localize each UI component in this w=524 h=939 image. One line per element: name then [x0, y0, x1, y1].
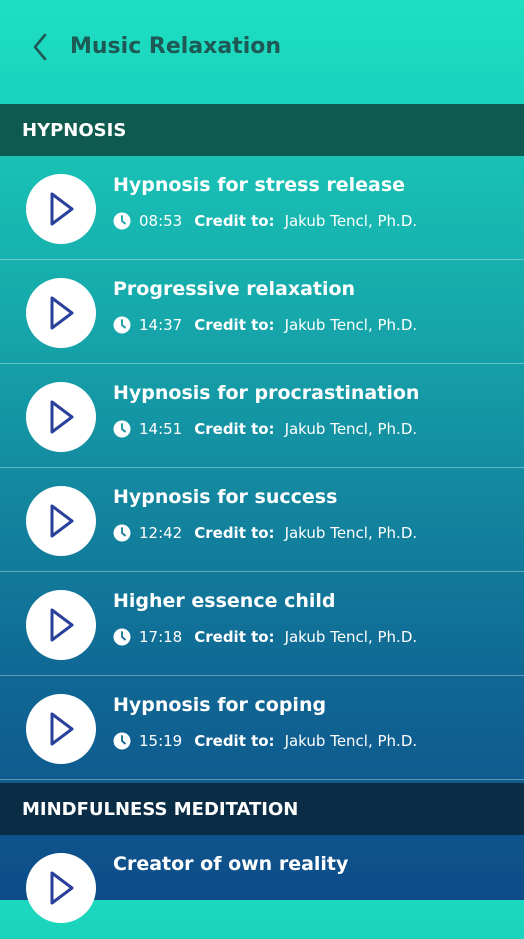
credit-label: Credit to: [194, 524, 275, 542]
play-button[interactable] [26, 694, 96, 764]
clock-icon [113, 628, 131, 646]
hypnosis-list: Hypnosis for stress release 08:53 Credit… [0, 156, 524, 780]
track-meta: 12:42 Credit to: Jakub Tencl, Ph.D. [113, 524, 417, 542]
credit-name: Jakub Tencl, Ph.D. [284, 316, 418, 334]
track-title: Hypnosis for procrastination [113, 382, 420, 404]
play-button[interactable] [26, 486, 96, 556]
track-row[interactable]: Hypnosis for success 12:42 Credit to: Ja… [0, 468, 524, 572]
credit-name: Jakub Tencl, Ph.D. [284, 524, 418, 542]
track-duration: 08:53 [139, 212, 183, 230]
track-duration: 14:51 [139, 420, 183, 438]
back-button[interactable] [26, 30, 54, 64]
clock-icon [113, 212, 131, 230]
play-icon [50, 296, 74, 330]
credit-name: Jakub Tencl, Ph.D. [284, 420, 418, 438]
chevron-left-icon [33, 33, 47, 61]
track-row[interactable]: Higher essence child 17:18 Credit to: Ja… [0, 572, 524, 676]
credit-label: Credit to: [194, 628, 275, 646]
track-title: Hypnosis for stress release [113, 174, 406, 196]
track-meta: 14:51 Credit to: Jakub Tencl, Ph.D. [113, 420, 417, 438]
track-duration: 12:42 [139, 524, 183, 542]
clock-icon [113, 524, 131, 542]
clock-icon [113, 316, 131, 334]
section-header-hypnosis: HYPNOSIS [0, 104, 524, 156]
mindfulness-list: Creator of own reality [0, 835, 524, 939]
credit-label: Credit to: [194, 420, 275, 438]
track-meta: 14:37 Credit to: Jakub Tencl, Ph.D. [113, 316, 417, 334]
credit-label: Credit to: [194, 316, 275, 334]
track-duration: 14:37 [139, 316, 183, 334]
play-icon [50, 712, 74, 746]
track-row[interactable]: Hypnosis for coping 15:19 Credit to: Jak… [0, 676, 524, 780]
play-icon [50, 400, 74, 434]
track-row[interactable]: Hypnosis for stress release 08:53 Credit… [0, 156, 524, 260]
track-meta: 17:18 Credit to: Jakub Tencl, Ph.D. [113, 628, 417, 646]
track-title: Progressive relaxation [113, 278, 356, 300]
track-row[interactable]: Creator of own reality [0, 835, 524, 939]
clock-icon [113, 420, 131, 438]
track-title: Higher essence child [113, 590, 336, 612]
track-row[interactable]: Hypnosis for procrastination 14:51 Credi… [0, 364, 524, 468]
track-row[interactable]: Progressive relaxation 14:37 Credit to: … [0, 260, 524, 364]
track-title: Hypnosis for coping [113, 694, 327, 716]
credit-label: Credit to: [194, 732, 275, 750]
track-duration: 15:19 [139, 732, 183, 750]
play-icon [50, 504, 74, 538]
play-icon [50, 192, 74, 226]
section-header-mindfulness-meditation: MINDFULNESS MEDITATION [0, 783, 524, 835]
play-button[interactable] [26, 590, 96, 660]
credit-name: Jakub Tencl, Ph.D. [284, 732, 418, 750]
track-title: Creator of own reality [113, 853, 349, 875]
track-duration: 17:18 [139, 628, 183, 646]
credit-name: Jakub Tencl, Ph.D. [284, 212, 418, 230]
play-button[interactable] [26, 174, 96, 244]
play-icon [50, 871, 74, 905]
credit-label: Credit to: [194, 212, 275, 230]
play-button[interactable] [26, 278, 96, 348]
track-title: Hypnosis for success [113, 486, 338, 508]
page-title: Music Relaxation [70, 34, 282, 59]
play-button[interactable] [26, 853, 96, 923]
play-icon [50, 608, 74, 642]
clock-icon [113, 732, 131, 750]
credit-name: Jakub Tencl, Ph.D. [284, 628, 418, 646]
play-button[interactable] [26, 382, 96, 452]
app-header: Music Relaxation [0, 0, 524, 104]
track-meta: 08:53 Credit to: Jakub Tencl, Ph.D. [113, 212, 417, 230]
track-meta: 15:19 Credit to: Jakub Tencl, Ph.D. [113, 732, 417, 750]
